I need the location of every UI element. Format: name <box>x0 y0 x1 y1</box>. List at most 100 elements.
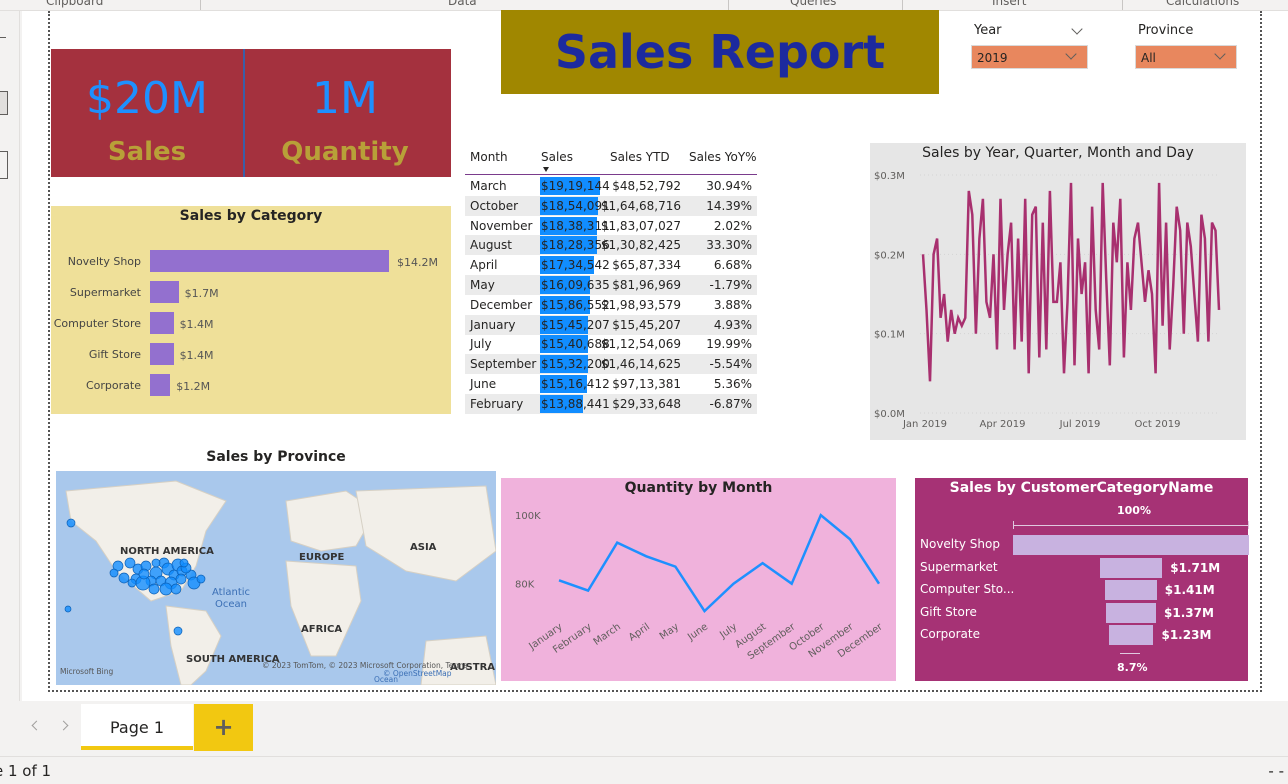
cell-sales-ytd: $1,83,07,027 <box>600 218 681 233</box>
y-tick-label: $0.0M <box>874 409 905 420</box>
map-bubble <box>196 574 206 584</box>
category-label: Gift Store <box>88 348 141 361</box>
category-value-label: $1.7M <box>184 287 219 300</box>
page-tab-1[interactable]: Page 1 <box>81 704 193 750</box>
province-map[interactable]: NORTH AMERICA EUROPE ASIA AFRICA SOUTH A… <box>56 471 496 685</box>
category-label: Computer Store <box>53 317 141 330</box>
cell-sales-yoy: 3.88% <box>713 297 752 312</box>
quantity-by-month-chart[interactable]: Quantity by Month 80K 100K January February… <box>501 478 896 681</box>
sales-series-line <box>921 182 1221 382</box>
column-header-sales-ytd[interactable]: Sales YTD <box>610 150 670 164</box>
chevron-down-icon <box>1065 48 1077 60</box>
cell-month: February <box>470 396 524 411</box>
y-tick-label: 80K <box>515 580 535 591</box>
category-bar <box>150 374 171 396</box>
kpi-card[interactable]: $20M Sales 1M Quantity <box>51 49 451 177</box>
ribbon-group-queries[interactable]: Queries <box>790 0 836 8</box>
cell-sales-yoy: -6.87% <box>709 396 752 411</box>
province-selected-value: All <box>1141 51 1156 65</box>
map-bubble <box>118 572 130 584</box>
ribbon-group-clipboard[interactable]: Clipboard <box>46 0 103 8</box>
cell-sales: $15,86,552 <box>541 297 610 312</box>
cell-month: January <box>470 317 516 332</box>
cell-month: May <box>470 278 495 292</box>
cell-sales: $15,16,412 <box>541 377 610 391</box>
cell-sales-ytd: $81,96,969 <box>612 278 681 292</box>
category-value-label: $1.4M <box>179 318 214 331</box>
column-header-month[interactable]: Month <box>470 150 508 164</box>
y-tick-label: $0.3M <box>874 171 905 182</box>
cell-month: March <box>470 179 507 193</box>
page-count-status: e 1 of 1 <box>0 762 52 780</box>
quantity-series-line <box>558 513 881 614</box>
x-tick-label: June <box>685 621 710 643</box>
map-label-ocean: Ocean <box>374 675 398 684</box>
category-value-label: $1.4M <box>179 349 214 362</box>
quantity-kpi-label: Quantity <box>281 137 409 167</box>
cell-sales-yoy: -5.54% <box>709 357 752 372</box>
ribbon-separator <box>200 0 201 10</box>
table-row: September $15,32,200 $1,46,14,625 -5.54% <box>465 354 757 375</box>
column-header-sales-yoy[interactable]: Sales YoY% <box>689 150 757 164</box>
map-bubble <box>148 583 160 595</box>
cell-sales: $15,45,207 <box>541 317 610 332</box>
sales-month-table[interactable]: Month Sales Sales YTD Sales YoY% March $1… <box>465 148 757 416</box>
cell-sales-yoy: 2.02% <box>713 218 752 233</box>
table-row: May $16,09,635 $81,96,969 -1.79% <box>465 275 757 295</box>
category-value-label: $1.2M <box>176 380 211 393</box>
funnel-top-bracket <box>1013 525 1249 526</box>
ribbon-group-insert[interactable]: Insert <box>992 0 1026 8</box>
kpi-divider <box>243 49 245 177</box>
map-bubble <box>175 573 187 585</box>
province-dropdown[interactable]: All <box>1135 45 1237 69</box>
cell-sales: $15,40,688 <box>541 337 610 352</box>
province-slicer-label: Province <box>1138 23 1194 38</box>
sales-by-date-chart[interactable]: Sales by Year, Quarter, Month and Day $0… <box>870 143 1246 440</box>
year-slicer[interactable]: Year 2019 <box>966 20 1091 72</box>
ribbon-group-calculations[interactable]: Calculations <box>1166 0 1239 8</box>
province-slicer[interactable]: Province All <box>1130 20 1240 72</box>
table-view-icon[interactable] <box>0 151 8 179</box>
customer-category-label: Corporate <box>920 627 980 641</box>
sales-by-category-chart[interactable]: Sales by Category Novelty Shop $14.2M Supe… <box>51 206 451 414</box>
map-bubble <box>138 568 150 580</box>
cell-sales-yoy: 6.68% <box>713 258 752 273</box>
category-label: Novelty Shop <box>67 255 141 268</box>
table-row: November $18,38,311 $1,83,07,027 2.02% <box>465 216 757 236</box>
sales-by-customer-category-chart[interactable]: Sales by CustomerCategoryName 100% Novel… <box>915 478 1249 681</box>
map-label-africa: AFRICA <box>301 624 343 635</box>
collapse-icon[interactable] <box>0 37 6 38</box>
table-row: August $18,28,356 $1,30,82,425 33.30% <box>465 235 757 256</box>
map-bubble <box>66 518 76 528</box>
ribbon-separator <box>1122 0 1123 10</box>
report-title: Sales Report <box>501 10 939 94</box>
cell-sales-yoy: -1.79% <box>709 278 752 292</box>
column-header-sales[interactable]: Sales <box>541 150 573 164</box>
chevron-down-icon[interactable] <box>1071 23 1083 35</box>
customer-category-bar <box>1013 535 1249 555</box>
customer-category-value: $1.23M <box>1161 628 1212 642</box>
cell-sales-ytd: $1,30,82,425 <box>600 238 681 253</box>
cell-sales-yoy: 33.30% <box>706 238 752 253</box>
cell-month: September <box>470 357 537 372</box>
add-page-button[interactable]: + <box>194 704 253 751</box>
cell-sales-ytd: $97,13,381 <box>612 377 681 391</box>
quantity-kpi-value: 1M <box>312 73 378 124</box>
view-sidebar <box>0 11 20 701</box>
cell-sales-ytd: $1,98,93,579 <box>600 297 681 312</box>
report-view-icon[interactable] <box>0 91 8 115</box>
sales-kpi-label: Sales <box>107 137 187 167</box>
map-bubble <box>159 582 173 596</box>
header-divider <box>465 174 757 175</box>
ribbon-group-data[interactable]: Data <box>448 0 477 8</box>
chart-title: Sales by Category <box>179 208 323 224</box>
cell-month: November <box>470 218 533 233</box>
funnel-bracket-tick <box>1248 521 1249 529</box>
sort-desc-icon[interactable] <box>543 167 549 172</box>
cell-month: April <box>470 258 498 273</box>
x-tick-label: April <box>627 621 652 643</box>
year-dropdown[interactable]: 2019 <box>971 45 1088 69</box>
table-row: January $15,45,207 $15,45,207 4.93% <box>465 314 757 335</box>
cell-sales: $18,54,091 <box>541 198 610 213</box>
x-tick-label: March <box>592 621 623 647</box>
